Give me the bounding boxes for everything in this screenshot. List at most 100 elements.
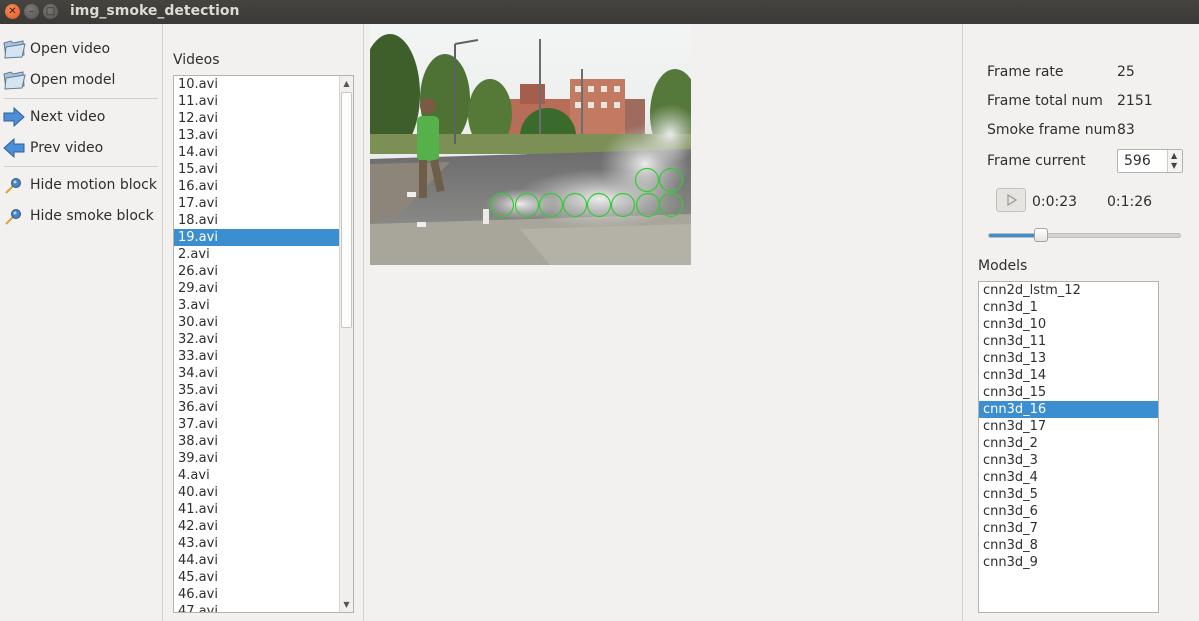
video-list-item[interactable]: 4.avi: [174, 467, 353, 484]
frame-current-label: Frame current: [987, 153, 1086, 169]
model-list-item[interactable]: cnn3d_7: [979, 520, 1158, 537]
model-list-item[interactable]: cnn3d_2: [979, 435, 1158, 452]
frame-total-label: Frame total num: [987, 93, 1103, 109]
frame-current-value[interactable]: 596: [1124, 153, 1151, 169]
next-video-button[interactable]: Next video: [2, 104, 162, 130]
model-list-item[interactable]: cnn3d_4: [979, 469, 1158, 486]
spin-up-icon[interactable]: ▲: [1171, 152, 1177, 160]
video-list-item[interactable]: 41.avi: [174, 501, 353, 518]
video-list-item[interactable]: 35.avi: [174, 382, 353, 399]
pin-icon: [2, 204, 26, 228]
progress-slider-handle[interactable]: [1034, 228, 1049, 242]
video-list-item[interactable]: 10.avi: [174, 76, 353, 93]
scroll-up-icon[interactable]: ▲: [342, 79, 351, 88]
smoke-frame-value: 83: [1117, 122, 1135, 138]
video-list-item[interactable]: 15.avi: [174, 161, 353, 178]
spin-buttons: ▲ ▼: [1167, 150, 1182, 172]
model-list-item[interactable]: cnn3d_14: [979, 367, 1158, 384]
video-list-item[interactable]: 45.avi: [174, 569, 353, 586]
open-model-button[interactable]: Open model: [2, 67, 162, 93]
videos-scrollbar[interactable]: ▲ ▼: [339, 76, 353, 612]
video-list-item[interactable]: 33.avi: [174, 348, 353, 365]
models-label: Models: [978, 258, 1028, 274]
video-list-item[interactable]: 38.avi: [174, 433, 353, 450]
videos-list[interactable]: 10.avi 11.avi 12.avi 13.avi 14.avi 15.avi 16.a…: [173, 75, 354, 613]
window-minimize-button[interactable]: –: [24, 4, 39, 19]
video-list-item[interactable]: 34.avi: [174, 365, 353, 382]
open-model-label: Open model: [30, 72, 116, 88]
frame-total-value: 2151: [1117, 93, 1153, 109]
video-list-item[interactable]: 46.avi: [174, 586, 353, 603]
folder-icon: [2, 37, 26, 61]
video-list-item[interactable]: 42.avi: [174, 518, 353, 535]
models-items: cnn2d_lstm_12 cnn3d_1 cnn3d_10 cnn3d_11 cnn3…: [979, 282, 1158, 571]
video-list-item[interactable]: 11.avi: [174, 93, 353, 110]
next-video-label: Next video: [30, 109, 106, 125]
video-list-item[interactable]: 30.avi: [174, 314, 353, 331]
toolbar-separator: [4, 98, 158, 99]
video-list-item[interactable]: 47.avi: [174, 603, 353, 612]
toolbar: Open video Open model Next video Prev vi…: [0, 24, 163, 621]
video-list-item[interactable]: 26.avi: [174, 263, 353, 280]
time-total: 0:1:26: [1107, 194, 1153, 210]
scroll-down-icon[interactable]: ▼: [342, 600, 351, 609]
video-frame: [370, 24, 691, 265]
hide-motion-block-button[interactable]: Hide motion block: [2, 172, 162, 198]
model-list-item[interactable]: cnn3d_1: [979, 299, 1158, 316]
model-list-item[interactable]: cnn3d_9: [979, 554, 1158, 571]
open-video-button[interactable]: Open video: [2, 36, 162, 62]
hide-motion-block-label: Hide motion block: [30, 177, 157, 193]
open-video-label: Open video: [30, 41, 111, 57]
model-list-item[interactable]: cnn3d_15: [979, 384, 1158, 401]
hide-smoke-block-button[interactable]: Hide smoke block: [2, 203, 162, 229]
model-list-item[interactable]: cnn3d_5: [979, 486, 1158, 503]
hide-smoke-block-label: Hide smoke block: [30, 208, 154, 224]
models-list[interactable]: cnn2d_lstm_12 cnn3d_1 cnn3d_10 cnn3d_11 cnn3…: [978, 281, 1159, 613]
prev-video-button[interactable]: Prev video: [2, 135, 162, 161]
video-list-item[interactable]: 39.avi: [174, 450, 353, 467]
video-list-item[interactable]: 16.avi: [174, 178, 353, 195]
model-list-item[interactable]: cnn3d_17: [979, 418, 1158, 435]
video-list-item[interactable]: 37.avi: [174, 416, 353, 433]
video-list-item[interactable]: 18.avi: [174, 212, 353, 229]
model-list-item[interactable]: cnn3d_13: [979, 350, 1158, 367]
scrollbar-thumb[interactable]: [341, 92, 352, 328]
progress-slider[interactable]: [988, 233, 1181, 238]
window-maximize-button[interactable]: □: [43, 4, 58, 19]
time-current: 0:0:23: [1032, 194, 1078, 210]
video-list-item[interactable]: 29.avi: [174, 280, 353, 297]
folder-icon: [2, 68, 26, 92]
spin-down-icon[interactable]: ▼: [1171, 162, 1177, 170]
model-list-item[interactable]: cnn3d_6: [979, 503, 1158, 520]
play-button[interactable]: [996, 188, 1026, 212]
frame-rate-label: Frame rate: [987, 64, 1064, 80]
video-list-item[interactable]: 40.avi: [174, 484, 353, 501]
model-list-item[interactable]: cnn3d_16: [979, 401, 1158, 418]
splitter[interactable]: [363, 24, 364, 621]
video-list-item[interactable]: 32.avi: [174, 331, 353, 348]
videos-label: Videos: [173, 52, 220, 68]
window-close-button[interactable]: ✕: [5, 4, 20, 19]
model-list-item[interactable]: cnn3d_8: [979, 537, 1158, 554]
model-list-item[interactable]: cnn3d_10: [979, 316, 1158, 333]
videos-items: 10.avi 11.avi 12.avi 13.avi 14.avi 15.avi 16.a…: [174, 76, 353, 612]
splitter[interactable]: [962, 24, 963, 621]
video-list-item[interactable]: 2.avi: [174, 246, 353, 263]
frame-current-spinbox[interactable]: 596 ▲ ▼: [1117, 149, 1183, 173]
video-list-item[interactable]: 13.avi: [174, 127, 353, 144]
video-list-item[interactable]: 3.avi: [174, 297, 353, 314]
video-list-item[interactable]: 19.avi: [174, 229, 353, 246]
video-list-item[interactable]: 36.avi: [174, 399, 353, 416]
video-list-item[interactable]: 17.avi: [174, 195, 353, 212]
model-list-item[interactable]: cnn3d_3: [979, 452, 1158, 469]
video-list-item[interactable]: 14.avi: [174, 144, 353, 161]
model-list-item[interactable]: cnn2d_lstm_12: [979, 282, 1158, 299]
arrow-right-icon: [2, 105, 26, 129]
prev-video-label: Prev video: [30, 140, 104, 156]
video-list-item[interactable]: 44.avi: [174, 552, 353, 569]
frame-rate-value: 25: [1117, 64, 1135, 80]
video-list-item[interactable]: 12.avi: [174, 110, 353, 127]
toolbar-separator: [4, 166, 158, 167]
model-list-item[interactable]: cnn3d_11: [979, 333, 1158, 350]
video-list-item[interactable]: 43.avi: [174, 535, 353, 552]
